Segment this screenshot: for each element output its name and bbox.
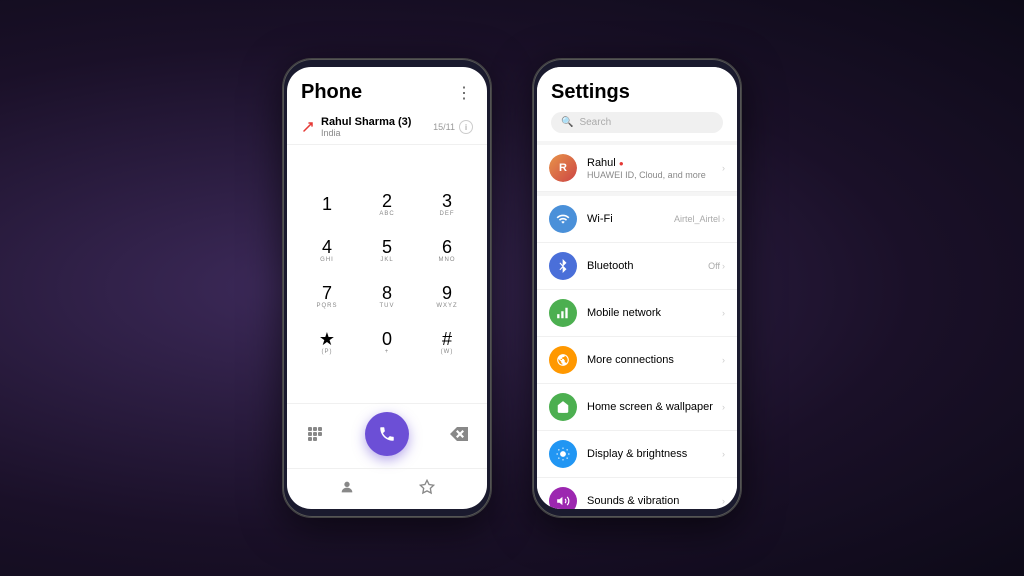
chevron-right-icon: › — [722, 355, 725, 365]
profile-avatar-icon: R — [549, 154, 577, 182]
recent-call[interactable]: Rahul Sharma (3) India 15/11 i — [287, 110, 487, 145]
display-right: › — [722, 449, 725, 459]
mobile-right: › — [722, 308, 725, 318]
settings-item-display[interactable]: Display & brightness › — [537, 431, 737, 478]
profile-info: Rahul ● HUAWEI ID, Cloud, and more — [587, 157, 722, 180]
settings-screen: Settings 🔍 Search R Rahul ● — [537, 67, 737, 509]
settings-item-wifi[interactable]: Wi-Fi Airtel_Airtel › — [537, 196, 737, 243]
settings-item-mobile[interactable]: Mobile network › — [537, 290, 737, 337]
missed-call-icon — [301, 120, 315, 134]
mobile-info: Mobile network — [587, 307, 722, 319]
dial-key-7[interactable]: 7PQRS — [305, 274, 349, 318]
dialpad-icon[interactable] — [301, 420, 329, 448]
wifi-value: Airtel_Airtel — [674, 214, 720, 224]
settings-item-sound[interactable]: Sounds & vibration › — [537, 478, 737, 509]
contacts-icon[interactable] — [333, 473, 361, 501]
wifi-icon — [549, 205, 577, 233]
settings-header: Settings 🔍 Search — [537, 67, 737, 141]
info-icon[interactable]: i — [459, 120, 473, 134]
phones-container: Phone ⋮ Rahul Sharma (3) India 15/11 i — [282, 58, 742, 518]
phone-header: Phone ⋮ — [287, 67, 487, 110]
bluetooth-info: Bluetooth — [587, 260, 708, 272]
dial-row-4: ★(P) 0+ #(W) — [297, 320, 477, 364]
dial-key-3[interactable]: 3DEF — [425, 182, 469, 226]
homescreen-right: › — [722, 402, 725, 412]
phone-bottom-bar — [287, 403, 487, 468]
bluetooth-value: Off — [708, 261, 720, 271]
dial-key-8[interactable]: 8TUV — [365, 274, 409, 318]
profile-chevron: › — [722, 163, 725, 173]
chevron-right-icon: › — [722, 261, 725, 271]
call-info: Rahul Sharma (3) India — [321, 116, 433, 138]
homescreen-info: Home screen & wallpaper — [587, 401, 722, 413]
dialpad: 1 2ABC 3DEF 4GHI 5JKL 6MNO 7PQRS 8TUV 9W… — [287, 145, 487, 403]
dial-key-5[interactable]: 5JKL — [365, 228, 409, 272]
avatar: R — [549, 154, 577, 182]
sound-icon — [549, 487, 577, 509]
delete-icon[interactable] — [445, 420, 473, 448]
nav-bar — [287, 468, 487, 509]
display-info: Display & brightness — [587, 448, 722, 460]
connections-icon — [549, 346, 577, 374]
settings-list: R Rahul ● HUAWEI ID, Cloud, and more › — [537, 141, 737, 509]
mobile-network-icon — [549, 299, 577, 327]
wifi-right: Airtel_Airtel › — [674, 214, 725, 224]
chevron-right-icon: › — [722, 163, 725, 173]
favorites-icon[interactable] — [413, 473, 441, 501]
dial-key-2[interactable]: 2ABC — [365, 182, 409, 226]
phone-title: Phone — [301, 81, 362, 104]
connections-info: More connections — [587, 354, 722, 366]
menu-icon[interactable]: ⋮ — [456, 83, 473, 103]
dial-key-4[interactable]: 4GHI — [305, 228, 349, 272]
caller-name: Rahul Sharma (3) — [321, 116, 433, 128]
dial-key-1[interactable]: 1 — [305, 182, 349, 226]
profile-name: Rahul ● — [587, 157, 722, 169]
chevron-right-icon: › — [722, 308, 725, 318]
connections-right: › — [722, 355, 725, 365]
dial-key-hash[interactable]: #(W) — [425, 320, 469, 364]
settings-item-profile[interactable]: R Rahul ● HUAWEI ID, Cloud, and more › — [537, 145, 737, 192]
settings-item-connections[interactable]: More connections › — [537, 337, 737, 384]
dial-row-2: 4GHI 5JKL 6MNO — [297, 228, 477, 272]
dial-key-9[interactable]: 9WXYZ — [425, 274, 469, 318]
bluetooth-icon — [549, 252, 577, 280]
phone-screen: Phone ⋮ Rahul Sharma (3) India 15/11 i — [287, 67, 487, 509]
chevron-right-icon: › — [722, 402, 725, 412]
search-placeholder: Search — [579, 117, 611, 128]
chevron-right-icon: › — [722, 496, 725, 506]
dial-row-1: 1 2ABC 3DEF — [297, 182, 477, 226]
display-icon — [549, 440, 577, 468]
profile-sub: HUAWEI ID, Cloud, and more — [587, 170, 722, 180]
dial-key-0[interactable]: 0+ — [365, 320, 409, 364]
phone-device: Phone ⋮ Rahul Sharma (3) India 15/11 i — [282, 58, 492, 518]
wifi-info: Wi-Fi — [587, 213, 674, 225]
call-button[interactable] — [365, 412, 409, 456]
sound-info: Sounds & vibration — [587, 495, 722, 507]
profile-dot: ● — [619, 159, 624, 168]
settings-title: Settings — [551, 81, 723, 104]
settings-search-bar[interactable]: 🔍 Search — [551, 112, 723, 133]
call-meta: 15/11 i — [433, 120, 473, 134]
settings-item-homescreen[interactable]: Home screen & wallpaper › — [537, 384, 737, 431]
sound-right: › — [722, 496, 725, 506]
settings-device: Settings 🔍 Search R Rahul ● — [532, 58, 742, 518]
search-icon: 🔍 — [561, 117, 573, 128]
call-count: 15/11 — [433, 122, 455, 132]
chevron-right-icon: › — [722, 449, 725, 459]
homescreen-icon — [549, 393, 577, 421]
settings-item-bluetooth[interactable]: Bluetooth Off › — [537, 243, 737, 290]
chevron-right-icon: › — [722, 214, 725, 224]
dial-key-6[interactable]: 6MNO — [425, 228, 469, 272]
dial-row-3: 7PQRS 8TUV 9WXYZ — [297, 274, 477, 318]
caller-location: India — [321, 128, 433, 138]
dial-key-star[interactable]: ★(P) — [305, 320, 349, 364]
bluetooth-right: Off › — [708, 261, 725, 271]
